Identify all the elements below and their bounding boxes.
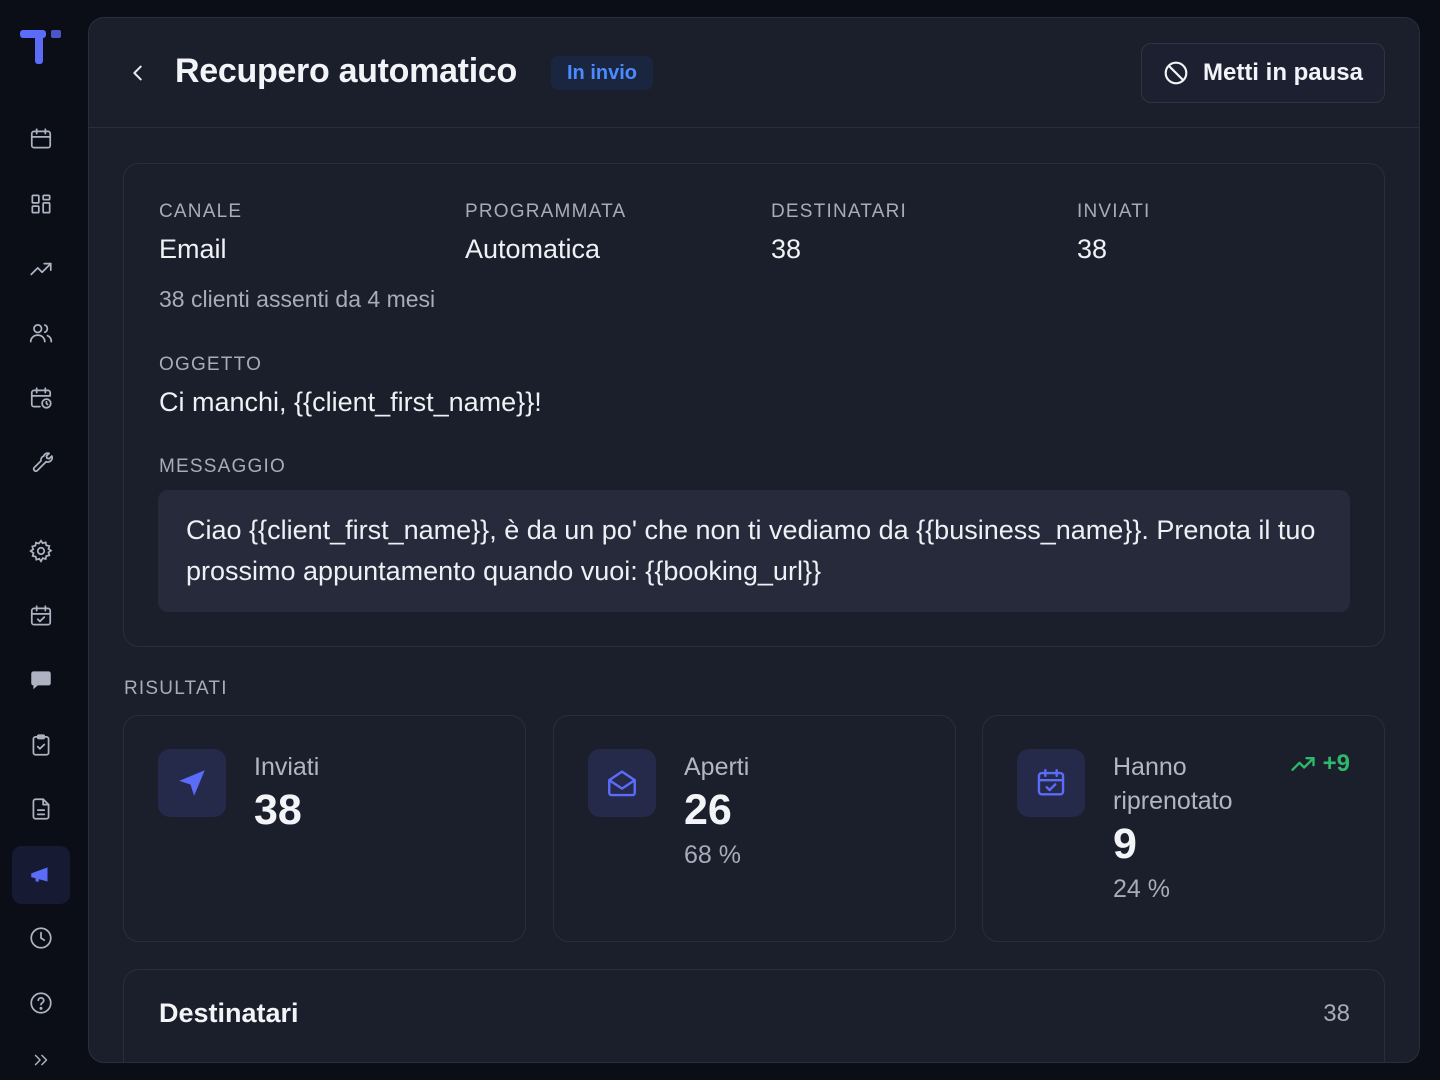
stat-card-rebooked: Hanno riprenotato 9 24 % +9 [982, 715, 1385, 942]
stat-sent-label: Inviati [254, 753, 320, 781]
sidebar-expand-button[interactable] [12, 1040, 70, 1080]
mail-open-icon [608, 770, 636, 797]
pause-button[interactable]: Metti in pausa [1141, 43, 1385, 103]
channel-label: CANALE [159, 201, 243, 222]
stat-opened-value: 26 [684, 786, 732, 834]
pause-button-label: Metti in pausa [1202, 59, 1364, 86]
wrench-icon [32, 452, 53, 472]
stat-sent-value: 38 [254, 786, 302, 834]
send-icon-wrapper [158, 749, 226, 817]
logo[interactable] [18, 28, 64, 68]
audience-description: 38 clienti assenti da 4 mesi [159, 286, 436, 312]
stat-opened-label: Aperti [684, 753, 750, 781]
document-icon [32, 798, 50, 820]
stat-rebooked-percent: 24 % [1113, 875, 1170, 903]
recipients-label: DESTINATARI [771, 201, 908, 222]
chevron-left-icon [133, 65, 142, 81]
stat-card-sent: Inviati 38 [123, 715, 526, 942]
clipboard-check-icon [32, 734, 50, 756]
app: Recupero automatico In invio Metti in pa… [0, 0, 1440, 1080]
sidebar-item-help[interactable] [12, 974, 70, 1032]
mail-open-icon-wrapper [588, 749, 656, 817]
chat-icon [31, 671, 51, 690]
recipients-card[interactable]: Destinatari 38 [123, 969, 1385, 1062]
sidebar-item-clients[interactable] [12, 304, 70, 362]
send-icon [179, 770, 205, 796]
stat-opened-percent: 68 % [684, 841, 741, 869]
trending-up-icon [1290, 757, 1315, 771]
gear-icon [29, 539, 53, 563]
message-body: Ciao {{client_first_name}}, è da un po' … [158, 490, 1350, 612]
page-header: Recupero automatico In invio Metti in pa… [89, 18, 1419, 128]
sidebar-item-tools[interactable] [12, 433, 70, 491]
sidebar-item-tasks[interactable] [12, 716, 70, 774]
ban-icon [1164, 61, 1188, 85]
scheduled-label: PROGRAMMATA [465, 201, 627, 222]
dashboard-icon [31, 194, 51, 214]
message-label: MESSAGGIO [159, 456, 286, 477]
sidebar-item-documents[interactable] [12, 780, 70, 838]
help-icon [30, 992, 52, 1014]
trending-up-icon [30, 262, 52, 276]
calendar-check-icon [1037, 769, 1065, 796]
page-title: Recupero automatico [175, 52, 517, 90]
megaphone-icon [31, 867, 48, 882]
sidebar-item-campaigns[interactable] [12, 846, 70, 904]
sidebar-item-settings[interactable] [12, 522, 70, 580]
back-button[interactable] [123, 56, 153, 90]
campaign-detail-panel: Recupero automatico In invio Metti in pa… [88, 17, 1420, 1063]
sidebar-item-history[interactable] [12, 909, 70, 967]
sidebar [0, 0, 80, 1080]
recipients-title: Destinatari [159, 998, 299, 1028]
stat-rebooked-label-line2: riprenotato [1113, 787, 1233, 815]
status-badge: In invio [551, 56, 653, 90]
stat-rebooked-label: Hanno riprenotato [1113, 750, 1233, 818]
sidebar-item-reports[interactable] [12, 240, 70, 298]
sidebar-item-appointments[interactable] [12, 587, 70, 645]
results-section-label: RISULTATI [124, 678, 228, 699]
sidebar-item-dashboard[interactable] [12, 175, 70, 233]
calendar-check-icon [30, 605, 52, 626]
sent-value: 38 [1077, 234, 1108, 264]
channel-value: Email [159, 234, 227, 264]
sent-label: INVIATI [1077, 201, 1151, 222]
campaign-info-card: CANALE Email PROGRAMMATA Automatica DEST… [123, 163, 1385, 647]
clock-icon [30, 927, 52, 949]
stat-card-opened: Aperti 26 68 % [553, 715, 956, 942]
sidebar-item-messages[interactable] [12, 651, 70, 709]
chevrons-right-icon [34, 1054, 48, 1066]
calendar-clock-icon [30, 387, 52, 409]
calendar-check-icon-wrapper [1017, 749, 1085, 817]
stat-rebooked-trend: +9 [1289, 750, 1350, 778]
stat-rebooked-trend-value: +9 [1322, 750, 1350, 777]
calendar-icon [30, 128, 52, 149]
subject-value: Ci manchi, {{client_first_name}}! [159, 387, 542, 417]
recipients-value: 38 [771, 234, 802, 264]
sidebar-item-calendar[interactable] [12, 110, 70, 168]
recipients-count: 38 [1323, 1000, 1350, 1027]
subject-label: OGGETTO [159, 354, 263, 375]
stat-rebooked-value: 9 [1113, 820, 1137, 868]
users-icon [29, 324, 53, 343]
scheduled-value: Automatica [465, 234, 601, 264]
stat-rebooked-label-line1: Hanno [1113, 753, 1187, 781]
sidebar-item-schedule[interactable] [12, 369, 70, 427]
